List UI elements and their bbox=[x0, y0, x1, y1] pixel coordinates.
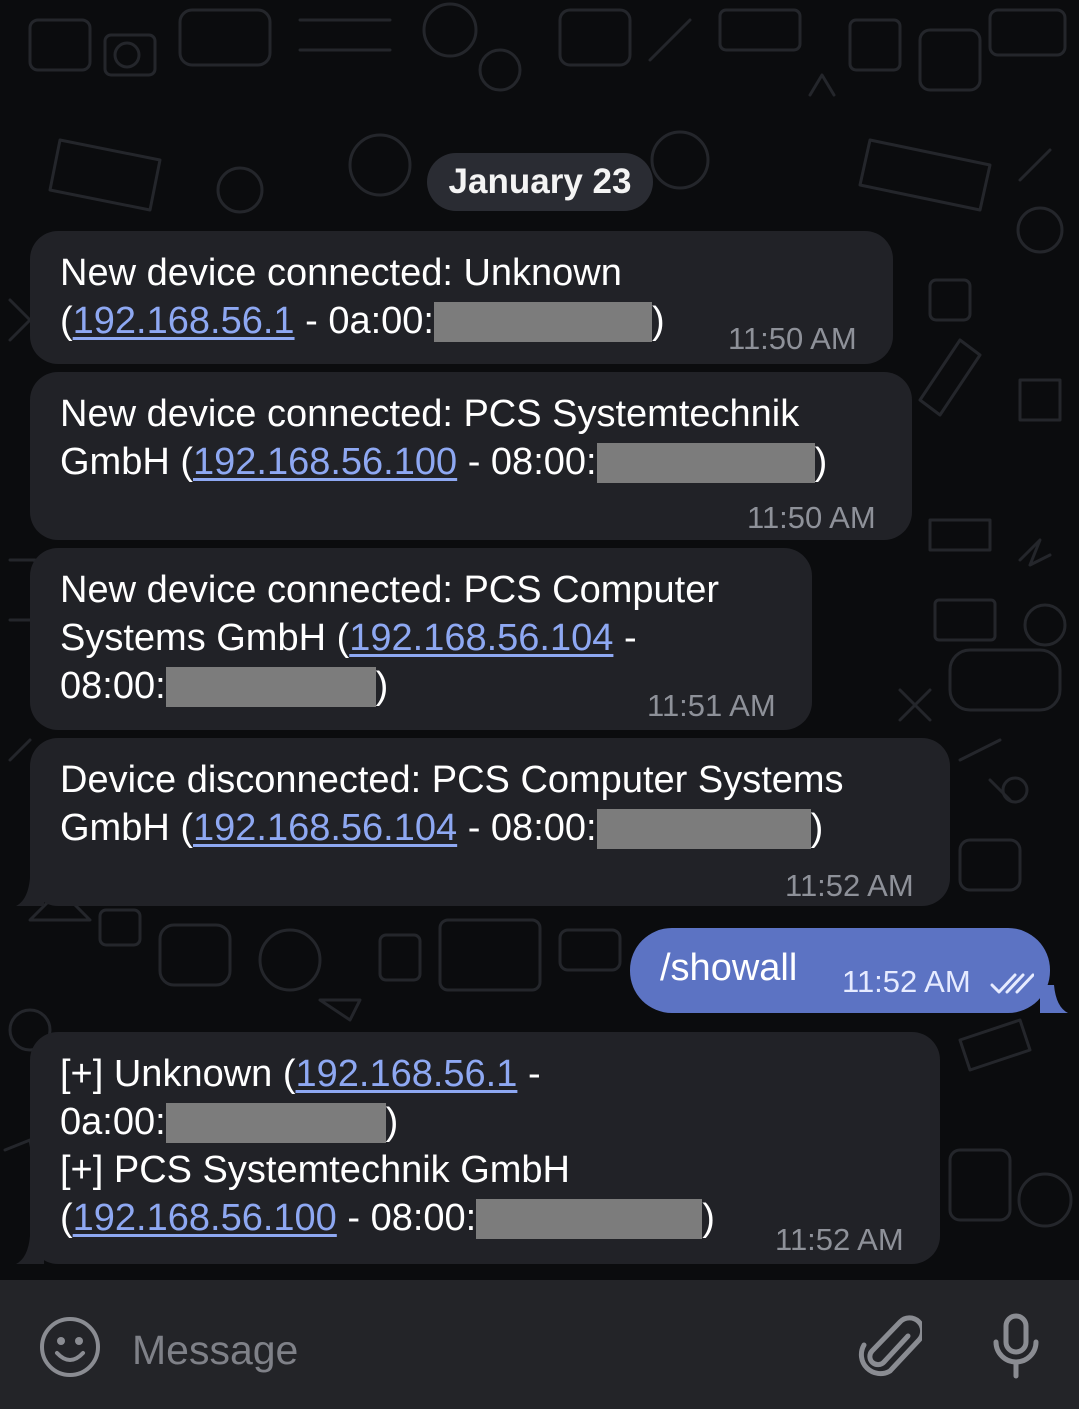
message-time: 11:52 AM bbox=[775, 1222, 904, 1257]
date-separator: January 23 bbox=[427, 153, 653, 211]
message-text: 0a:00:) bbox=[60, 1101, 399, 1143]
message-bubble[interactable]: Device disconnected: PCS Computer System… bbox=[30, 738, 950, 906]
message-time: 11:52 AM bbox=[842, 964, 971, 999]
bubble-tail bbox=[1040, 985, 1068, 1013]
message-text: New device connected: Unknown bbox=[60, 252, 622, 294]
ip-link[interactable]: 192.168.56.1 bbox=[296, 1053, 518, 1095]
chat-area[interactable]: January 23 New device connected: Unknown… bbox=[0, 0, 1079, 1280]
message-text: New device connected: PCS Computer bbox=[60, 569, 719, 611]
message-input[interactable] bbox=[132, 1320, 832, 1380]
bubble-tail bbox=[16, 878, 44, 906]
bubble-tail bbox=[16, 1236, 44, 1264]
outgoing-message-bubble[interactable]: /showall 11:52 AM bbox=[630, 928, 1050, 1013]
redacted-mac bbox=[596, 443, 815, 483]
ip-link[interactable]: 192.168.56.104 bbox=[193, 807, 457, 849]
redacted-mac bbox=[596, 809, 811, 849]
message-text: GmbH (192.168.56.104 - 08:00:) bbox=[60, 807, 824, 849]
message-text: Device disconnected: PCS Computer System… bbox=[60, 759, 844, 801]
ip-link[interactable]: 192.168.56.1 bbox=[73, 300, 295, 342]
ip-link[interactable]: 192.168.56.100 bbox=[73, 1197, 337, 1239]
message-time: 11:51 AM bbox=[647, 688, 776, 723]
ip-link[interactable]: 192.168.56.104 bbox=[349, 617, 613, 659]
message-time: 11:52 AM bbox=[785, 868, 914, 903]
redacted-mac bbox=[165, 1103, 386, 1143]
message-time: 11:50 AM bbox=[728, 321, 857, 356]
redacted-mac bbox=[433, 302, 652, 342]
message-text: Systems GmbH (192.168.56.104 - bbox=[60, 617, 637, 659]
redacted-mac bbox=[476, 1199, 703, 1239]
message-bubble[interactable]: New device connected: Unknown (192.168.5… bbox=[30, 231, 893, 364]
message-text: [+] Unknown (192.168.56.1 - bbox=[60, 1053, 541, 1095]
message-bubble[interactable]: New device connected: PCS Systemtechnik … bbox=[30, 372, 912, 540]
message-text: [+] PCS Systemtechnik GmbH bbox=[60, 1149, 570, 1191]
paperclip-icon[interactable] bbox=[858, 1312, 922, 1382]
message-text: New device connected: PCS Systemtechnik bbox=[60, 393, 800, 435]
message-text: GmbH (192.168.56.100 - 08:00:) bbox=[60, 441, 828, 483]
message-bubble[interactable]: New device connected: PCS Computer Syste… bbox=[30, 548, 812, 730]
message-time: 11:50 AM bbox=[747, 500, 876, 535]
ip-link[interactable]: 192.168.56.100 bbox=[193, 441, 457, 483]
smiley-icon[interactable] bbox=[38, 1315, 102, 1379]
microphone-icon[interactable] bbox=[988, 1312, 1044, 1382]
double-check-icon bbox=[990, 973, 1034, 994]
redacted-mac bbox=[165, 667, 376, 707]
message-text: /showall bbox=[660, 947, 798, 989]
message-bubble[interactable]: [+] Unknown (192.168.56.1 - 0a:00:) [+] … bbox=[30, 1032, 940, 1264]
